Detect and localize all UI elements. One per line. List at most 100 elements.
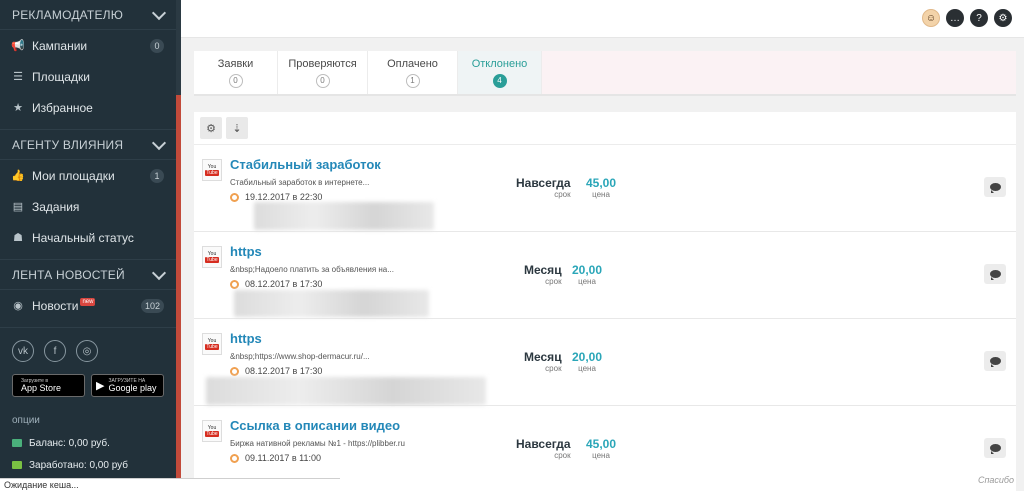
youtube-icon: You Tube — [202, 420, 222, 442]
item-title[interactable]: https — [230, 244, 262, 259]
status-tabs: Заявки 0 Проверяются 0 Оплачено 1 Отклон… — [194, 51, 1016, 96]
sidebar-scrollbar[interactable] — [176, 0, 181, 491]
sidebar-item-label: Кампании — [32, 38, 88, 53]
new-badge: new — [80, 297, 96, 306]
tab-count: 0 — [315, 73, 330, 88]
message-button[interactable] — [984, 177, 1006, 197]
orders-panel: ⚙ ⇣ You Tube Стабильный заработок Стабиль… — [194, 112, 1016, 491]
date-text: 19.12.2017 в 22:30 — [245, 192, 323, 202]
scrollbar-thumb[interactable] — [176, 95, 181, 491]
store-name: Google play — [108, 382, 157, 393]
term-label: срок — [545, 364, 562, 373]
term-value: Навсегда — [516, 176, 571, 190]
watermark: Спасибо — [977, 475, 1014, 485]
balance: Баланс: 0,00 руб. — [0, 432, 176, 454]
star-icon: ★ — [13, 102, 23, 114]
balance-text: Баланс: 0,00 руб. — [29, 437, 110, 449]
list-item[interactable]: You Tube Стабильный заработок Стабильный … — [194, 145, 1016, 232]
tabs-filler — [542, 51, 1016, 94]
clock-icon — [230, 192, 239, 202]
count-badge: 102 — [140, 298, 164, 313]
item-date: 09.11.2017 в 11:00 — [230, 453, 321, 463]
sidebar-item-my-sites[interactable]: 👍 Мои площадки 1 — [0, 160, 176, 191]
price-value: 20,00 — [572, 350, 603, 364]
item-description: &nbsp;https://www.shop-dermacur.ru/... — [230, 352, 370, 361]
settings-button[interactable]: ⚙ — [200, 117, 222, 139]
app-store-button[interactable]: Загрузите в App Store — [12, 374, 85, 397]
sidebar-item-favorites[interactable]: ★ Избранное — [0, 92, 176, 123]
tab-paid[interactable]: Оплачено 1 — [368, 51, 458, 94]
sort-button[interactable]: ⇣ — [226, 117, 248, 139]
item-title[interactable]: Стабильный заработок — [230, 157, 381, 172]
chat-bubble-icon — [989, 357, 1001, 367]
item-date: 19.12.2017 в 22:30 — [230, 192, 322, 202]
message-button[interactable] — [984, 264, 1006, 284]
chat-icon[interactable]: … — [946, 9, 964, 27]
gear-icon[interactable]: ⚙ — [994, 9, 1012, 27]
list-icon: ☰ — [13, 71, 23, 83]
help-icon[interactable]: ? — [970, 9, 988, 27]
sidebar-item-label: Задания — [32, 199, 80, 214]
price: 45,00 цена — [586, 176, 616, 199]
sidebar-item-start-status[interactable]: ☗ Начальный статус — [0, 222, 176, 253]
chevron-down-icon[interactable] — [151, 5, 167, 20]
date-text: 09.11.2017 в 11:00 — [245, 453, 322, 463]
earned-text: Заработано: 0,00 руб — [29, 459, 128, 471]
megaphone-icon: 📢 — [11, 40, 25, 52]
blurred-content — [254, 202, 434, 230]
section-news[interactable]: ЛЕНТА НОВОСТЕЙ — [0, 260, 176, 290]
facebook-icon[interactable]: f — [44, 340, 66, 362]
tab-rejected[interactable]: Отклонено 4 — [458, 51, 542, 94]
price-label: цена — [592, 190, 610, 199]
app-stores: Загрузите в App Store ▶ ЗАГРУЗИТЕ НА Goo… — [0, 374, 176, 397]
sidebar-item-label: Избранное — [32, 100, 93, 115]
sidebar-item-tasks[interactable]: ▤ Задания — [0, 191, 176, 222]
wallet-icon — [12, 439, 22, 447]
earned: Заработано: 0,00 руб — [0, 454, 176, 476]
sidebar-item-label: Площадки — [32, 69, 90, 84]
term-label: срок — [554, 190, 571, 199]
sidebar-item-campaigns[interactable]: 📢 Кампании 0 — [0, 30, 176, 61]
item-title[interactable]: https — [230, 331, 262, 346]
item-title[interactable]: Ссылка в описании видео — [230, 418, 400, 433]
list-item[interactable]: You Tube https &nbsp;https://www.shop-der… — [194, 319, 1016, 406]
date-text: 08.12.2017 в 17:30 — [245, 279, 323, 289]
section-agent[interactable]: АГЕНТУ ВЛИЯНИЯ — [0, 130, 176, 160]
sidebar-item-label: Начальный статус — [32, 230, 134, 245]
user-icon: ☗ — [13, 232, 23, 244]
price-value: 20,00 — [572, 263, 603, 277]
date-text: 08.12.2017 в 17:30 — [245, 366, 323, 376]
youtube-icon: You Tube — [202, 246, 222, 268]
list-item[interactable]: You Tube https &nbsp;Надоело платить за о… — [194, 232, 1016, 319]
tab-requests[interactable]: Заявки 0 — [194, 51, 278, 94]
sidebar-item-sites[interactable]: ☰ Площадки — [0, 61, 176, 92]
youtube-icon: You Tube — [202, 333, 222, 355]
top-icons: ☺ … ? ⚙ — [922, 9, 1012, 27]
message-button[interactable] — [984, 438, 1006, 458]
section-advertiser[interactable]: РЕКЛАМОДАТЕЛЮ — [0, 0, 176, 30]
item-description: Биржа нативной рекламы №1 - https://plib… — [230, 439, 405, 448]
sidebar-item-news[interactable]: ◉ Новости new 102 — [0, 290, 176, 321]
message-button[interactable] — [984, 351, 1006, 371]
avatar[interactable]: ☺ — [922, 9, 940, 27]
sidebar: РЕКЛАМОДАТЕЛЮ 📢 Кампании 0 ☰ Площадки ★ … — [0, 0, 176, 491]
chevron-down-icon[interactable] — [151, 135, 167, 150]
tab-label: Отклонено — [471, 57, 528, 70]
tab-checking[interactable]: Проверяются 0 — [278, 51, 368, 94]
chevron-down-icon[interactable] — [151, 265, 167, 280]
chat-bubble-icon — [989, 183, 1001, 193]
term-value: Месяц — [524, 350, 562, 364]
gear-icon: ⚙ — [206, 122, 216, 135]
term: Навсегда срок — [516, 437, 571, 460]
price-label: цена — [578, 277, 596, 286]
tab-count: 1 — [405, 73, 420, 88]
count-badge: 1 — [150, 168, 164, 183]
blurred-content — [206, 377, 486, 405]
vk-icon[interactable]: vk — [12, 340, 34, 362]
money-icon — [12, 461, 22, 469]
google-play-button[interactable]: ▶ ЗАГРУЗИТЕ НА Google play — [91, 374, 164, 397]
top-bar: ☺ … ? ⚙ — [181, 0, 1024, 38]
instagram-icon[interactable]: ◎ — [76, 340, 98, 362]
document-icon: ▤ — [12, 201, 24, 213]
item-description: &nbsp;Надоело платить за объявления на..… — [230, 265, 394, 274]
